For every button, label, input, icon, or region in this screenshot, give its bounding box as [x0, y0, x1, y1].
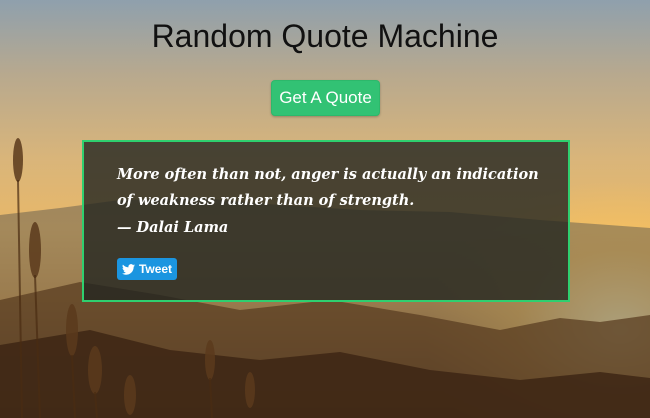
- get-quote-button[interactable]: Get A Quote: [271, 80, 380, 116]
- tweet-label: Tweet: [138, 262, 173, 276]
- quote-author: — Dalai Lama: [117, 219, 229, 236]
- quote-box: More often than not, anger is actually a…: [82, 140, 570, 302]
- page-title: Random Quote Machine: [151, 18, 499, 54]
- twitter-bird-icon: [121, 263, 135, 275]
- quote-text: More often than not, anger is actually a…: [117, 166, 539, 209]
- tweet-button[interactable]: Tweet: [117, 258, 177, 280]
